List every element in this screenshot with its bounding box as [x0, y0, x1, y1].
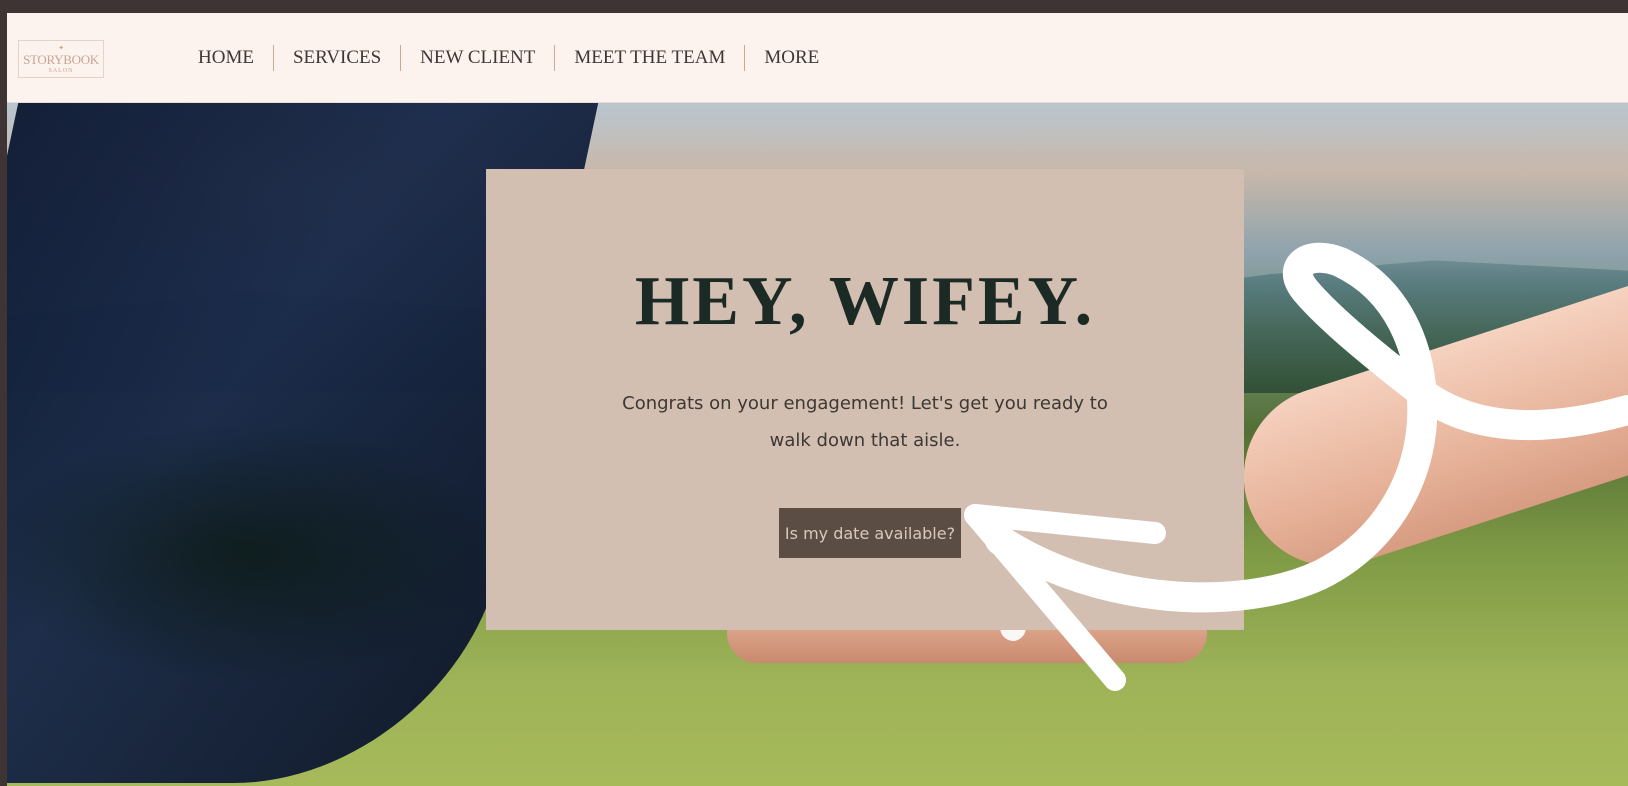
window-top-frame	[0, 0, 1628, 13]
logo-text: STORYBOOK	[23, 51, 99, 67]
hero-subtitle-line-2: walk down that aisle.	[769, 430, 961, 451]
nav-more[interactable]: MORE	[745, 37, 838, 79]
nav-home[interactable]: HOME	[179, 37, 273, 79]
nav-services[interactable]: SERVICES	[274, 37, 400, 79]
nav-new-client[interactable]: NEW CLIENT	[401, 37, 554, 79]
crown-logo-icon: ✦	[58, 43, 64, 52]
hero-subtitle-line-1: Congrats on your engagement! Let's get y…	[622, 393, 1108, 414]
hero-shadow	[7, 423, 507, 683]
nav-meet-the-team[interactable]: MEET THE TEAM	[555, 37, 744, 79]
hero-title: HEY, WIFEY.	[634, 263, 1096, 340]
window-left-frame	[0, 0, 7, 786]
hero-subtitle: Congrats on your engagement! Let's get y…	[606, 385, 1124, 459]
hero-card: HEY, WIFEY. Congrats on your engagement!…	[486, 169, 1244, 630]
logo-subtext: SALON	[48, 67, 74, 74]
main-nav: HOME SERVICES NEW CLIENT MEET THE TEAM M…	[179, 37, 838, 79]
site-logo[interactable]: ✦ STORYBOOK SALON	[18, 40, 104, 78]
date-availability-button[interactable]: Is my date available?	[779, 508, 961, 558]
site-header: ✦ STORYBOOK SALON HOME SERVICES NEW CLIE…	[7, 13, 1628, 103]
